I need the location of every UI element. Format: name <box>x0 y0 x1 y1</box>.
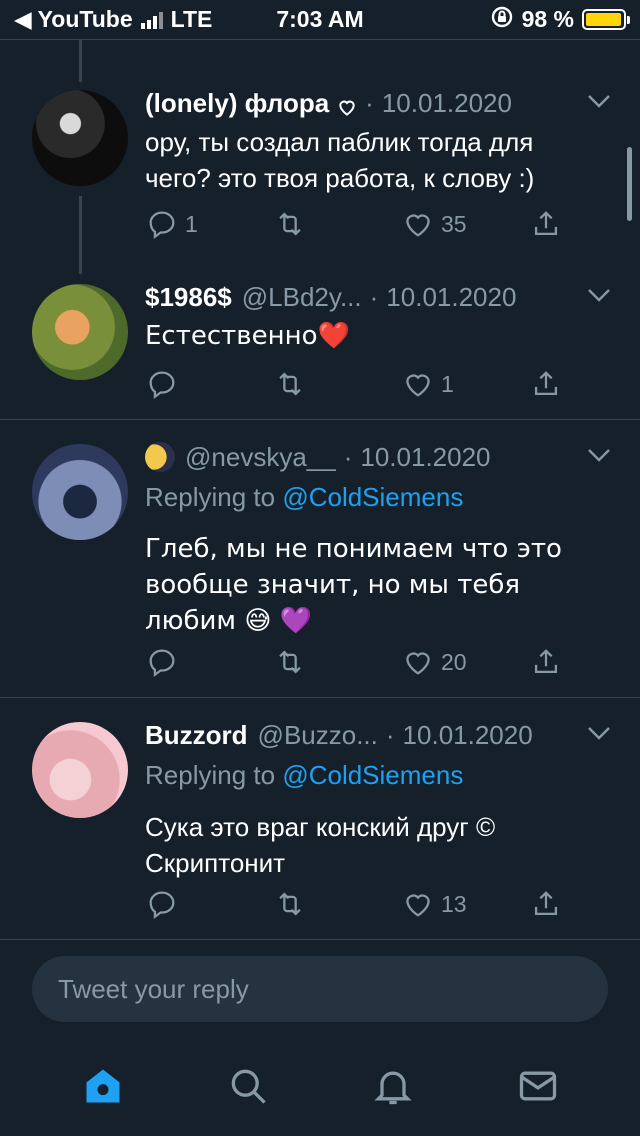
separator: · <box>385 719 395 750</box>
notifications-icon <box>373 1071 412 1105</box>
share-button[interactable] <box>529 884 563 924</box>
avatar[interactable] <box>32 722 128 818</box>
share-button[interactable] <box>529 642 563 682</box>
chevron-down-icon[interactable] <box>586 720 612 748</box>
reply-icon <box>149 891 175 920</box>
reply-button[interactable] <box>145 364 273 404</box>
tweet-text: ору, ты создал паблик тогда для чего? эт… <box>145 127 535 193</box>
reply-icon <box>149 371 175 400</box>
retweet-icon <box>279 372 301 396</box>
like-button[interactable]: 20 <box>401 642 529 682</box>
handle[interactable]: @nevskya__ <box>185 442 336 473</box>
retweet-button[interactable] <box>273 364 401 404</box>
heart-icon <box>406 652 430 675</box>
tweet[interactable]: (lonely) флора · 10.01.2020 ору, ты созд… <box>0 82 640 274</box>
separator: · <box>365 87 374 118</box>
like-button[interactable]: 1 <box>401 364 529 404</box>
separator: · <box>343 441 353 472</box>
mention-link[interactable]: @ColdSiemens <box>282 760 463 790</box>
reply-input[interactable] <box>58 973 608 1005</box>
replying-to: Replying to @ColdSiemens <box>145 482 464 512</box>
signal-icon <box>140 11 163 29</box>
reply-icon <box>149 211 175 240</box>
status-bar: ◀ YouTube LTE 7:03 AM 98 % <box>0 0 640 40</box>
retweet-button[interactable] <box>273 884 401 924</box>
like-count: 20 <box>441 648 467 675</box>
tab-messages[interactable] <box>516 1064 560 1113</box>
display-name[interactable]: Buzzord <box>145 720 248 751</box>
tab-search[interactable] <box>226 1064 270 1113</box>
search-icon <box>231 1069 266 1104</box>
tab-bar <box>0 1040 640 1136</box>
share-icon <box>534 649 558 674</box>
share-button[interactable] <box>529 204 563 244</box>
tweet-text: Глеб, мы не понимаем что это вообще знач… <box>145 534 562 636</box>
tweet[interactable]: Buzzord @Buzzo... · 10.01.2020 Replying … <box>0 698 640 940</box>
tweet-date[interactable]: 10.01.2020 <box>382 88 512 119</box>
moon-emoji-icon <box>145 442 175 472</box>
tweet-text: Естественно❤️ <box>145 321 350 351</box>
reply-button[interactable] <box>145 884 273 924</box>
share-icon <box>534 891 558 916</box>
clock: 7:03 AM <box>276 6 364 32</box>
reply-button[interactable] <box>145 642 273 682</box>
tweet-text: Сука это враг конский друг © Скриптонит <box>145 812 496 878</box>
heart-outline-icon <box>337 93 357 116</box>
network-type: LTE <box>170 6 213 32</box>
messages-icon <box>519 1071 556 1101</box>
like-button[interactable]: 35 <box>401 204 529 244</box>
handle[interactable]: @Buzzo... <box>258 720 378 751</box>
like-count: 35 <box>441 210 467 237</box>
like-count: 13 <box>441 890 467 917</box>
reply-icon <box>149 649 175 678</box>
share-icon <box>534 371 558 396</box>
reply-button[interactable]: 1 <box>145 204 273 244</box>
separator: · <box>369 281 379 312</box>
chevron-down-icon[interactable] <box>586 442 612 470</box>
mention-link[interactable]: @ColdSiemens <box>282 482 463 512</box>
tweet[interactable]: $1986$ @LBd2y... · 10.01.2020 Естественн… <box>0 274 640 420</box>
like-count: 1 <box>441 370 454 397</box>
share-button[interactable] <box>529 364 563 404</box>
rotation-lock-icon <box>490 5 514 35</box>
retweet-icon <box>279 892 301 916</box>
avatar[interactable] <box>32 90 128 186</box>
tweet-date[interactable]: 10.01.2020 <box>386 282 516 313</box>
heart-icon <box>406 374 430 397</box>
reply-composer[interactable] <box>32 956 608 1022</box>
back-to-app-link[interactable]: ◀ YouTube <box>14 6 133 33</box>
retweet-icon <box>279 212 301 236</box>
retweet-icon <box>279 650 301 674</box>
retweet-button[interactable] <box>273 204 401 244</box>
heart-icon <box>406 894 430 917</box>
retweet-button[interactable] <box>273 642 401 682</box>
chevron-down-icon[interactable] <box>586 282 612 310</box>
tweet-date[interactable]: 10.01.2020 <box>360 442 490 473</box>
chevron-down-icon[interactable] <box>586 88 612 116</box>
avatar[interactable] <box>32 444 128 540</box>
tweet-date[interactable]: 10.01.2020 <box>403 720 533 751</box>
thread-line <box>79 40 82 82</box>
reply-count: 1 <box>185 210 198 237</box>
home-icon <box>86 1069 119 1103</box>
tab-notifications[interactable] <box>371 1064 415 1113</box>
display-name[interactable]: $1986$ <box>145 282 232 313</box>
tab-home[interactable] <box>81 1064 125 1113</box>
battery-percent: 98 % <box>521 6 574 32</box>
heart-icon <box>406 214 430 237</box>
battery-icon <box>582 9 630 30</box>
handle[interactable]: @LBd2y... <box>242 282 362 313</box>
tweet[interactable]: @nevskya__ · 10.01.2020 Replying to @Col… <box>0 420 640 698</box>
like-button[interactable]: 13 <box>401 884 529 924</box>
replying-to: Replying to @ColdSiemens <box>145 760 464 790</box>
display-name[interactable]: (lonely) флора <box>145 88 329 119</box>
avatar[interactable] <box>32 284 128 380</box>
share-icon <box>534 211 558 236</box>
